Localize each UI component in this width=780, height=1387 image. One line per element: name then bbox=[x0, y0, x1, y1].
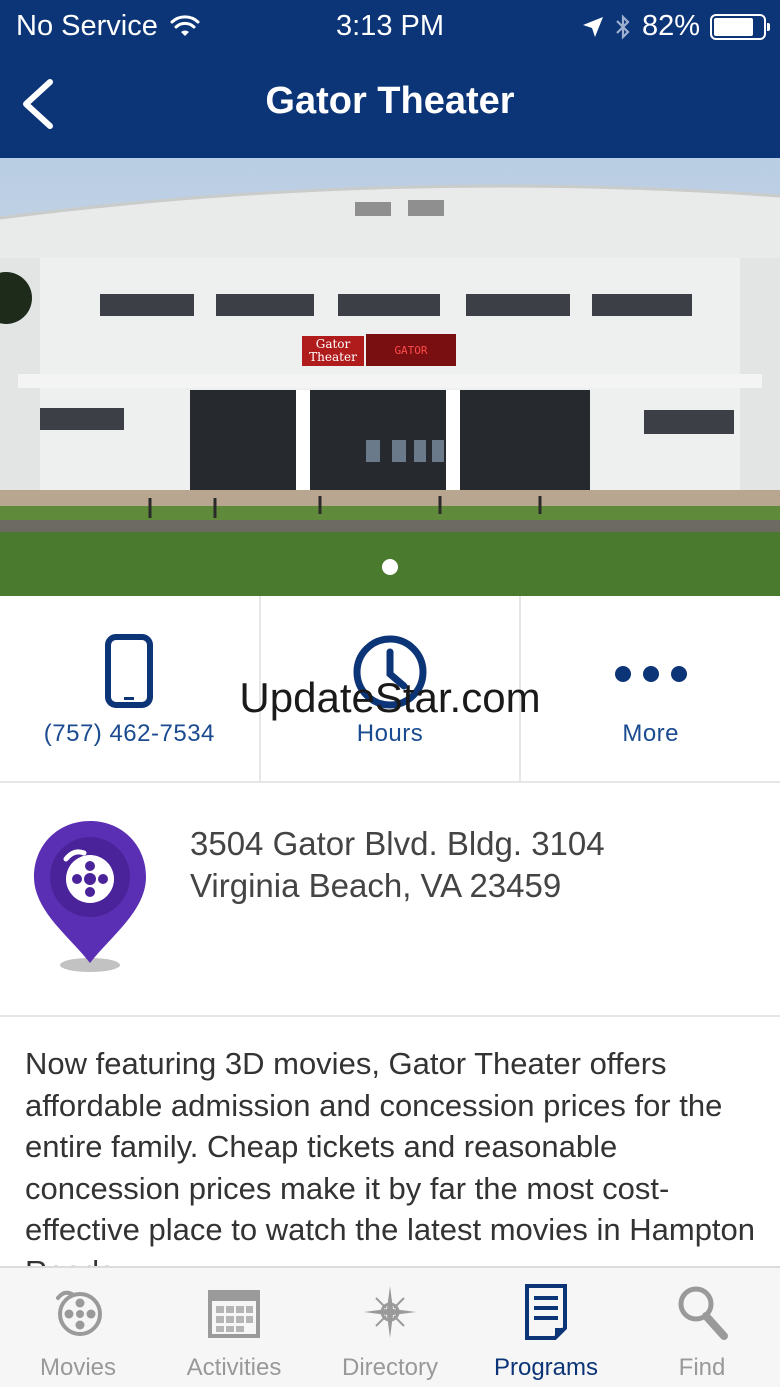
search-icon bbox=[678, 1286, 728, 1340]
tab-movies[interactable]: Movies bbox=[0, 1268, 156, 1387]
app-header: No Service 3:13 PM 82% Gator Theater bbox=[0, 0, 780, 158]
description-section: Now featuring 3D movies, Gator Theater o… bbox=[0, 1017, 780, 1266]
svg-text:GATOR: GATOR bbox=[394, 344, 427, 357]
tab-programs-label: Programs bbox=[493, 1354, 599, 1381]
battery-icon bbox=[710, 13, 770, 40]
tab-activities-label: Activities bbox=[186, 1354, 282, 1381]
tab-programs[interactable]: Programs bbox=[468, 1268, 624, 1387]
venue-photo-carousel[interactable]: Gator Theater GATOR bbox=[0, 158, 780, 596]
tab-find[interactable]: Find bbox=[624, 1268, 780, 1387]
address-line-1: 3504 Gator Blvd. Bldg. 3104 bbox=[190, 825, 605, 862]
tab-find-label: Find bbox=[678, 1354, 726, 1381]
tab-activities[interactable]: Activities bbox=[156, 1268, 312, 1387]
svg-text:Theater: Theater bbox=[309, 350, 357, 364]
tab-directory-label: Directory bbox=[341, 1354, 438, 1381]
location-arrow-icon bbox=[582, 16, 603, 37]
watermark-text: UpdateStar.com bbox=[239, 674, 541, 721]
film-reel-icon bbox=[56, 1290, 102, 1336]
tab-movies-label: Movies bbox=[39, 1354, 117, 1381]
movie-pin-icon bbox=[34, 821, 146, 972]
carousel-page-indicator[interactable] bbox=[382, 559, 398, 575]
address-section[interactable]: 3504 Gator Blvd. Bldg. 3104 Virginia Bea… bbox=[0, 783, 780, 1017]
svg-text:Gator: Gator bbox=[316, 337, 351, 351]
description-text: Now featuring 3D movies, Gator Theater o… bbox=[25, 1046, 756, 1266]
compass-icon bbox=[364, 1286, 416, 1338]
tab-directory[interactable]: Directory bbox=[312, 1268, 468, 1387]
address-line-2: Virginia Beach, VA 23459 bbox=[190, 867, 562, 904]
battery-percent: 82% bbox=[641, 10, 700, 42]
calendar-icon bbox=[208, 1290, 260, 1338]
tab-bar: Movies Activities Directory Programs Fin… bbox=[0, 1266, 780, 1387]
status-bar: No Service 3:13 PM 82% bbox=[0, 0, 780, 54]
phone-number-label: (757) 462-7534 bbox=[43, 720, 215, 747]
bluetooth-icon bbox=[616, 13, 630, 40]
hours-label: Hours bbox=[356, 720, 424, 747]
address-text: 3504 Gator Blvd. Bldg. 3104 Virginia Bea… bbox=[190, 823, 605, 907]
theater-photo: Gator Theater GATOR bbox=[0, 158, 780, 596]
page-title: Gator Theater bbox=[265, 80, 515, 122]
more-label: More bbox=[622, 720, 680, 747]
document-icon bbox=[525, 1284, 567, 1340]
